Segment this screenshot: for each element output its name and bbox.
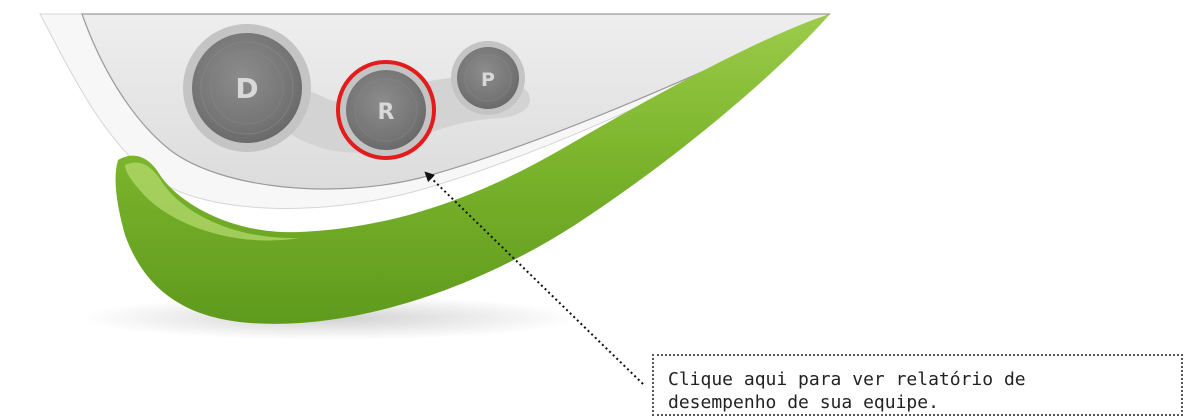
p-button[interactable]: P [451,41,525,115]
p-button-label: P [481,69,495,91]
d-button[interactable]: D [183,24,311,152]
d-button-label: D [235,72,258,105]
tooltip-callout: Clique aqui para ver relatório de desemp… [652,354,1183,416]
r-button-label: R [378,100,395,125]
